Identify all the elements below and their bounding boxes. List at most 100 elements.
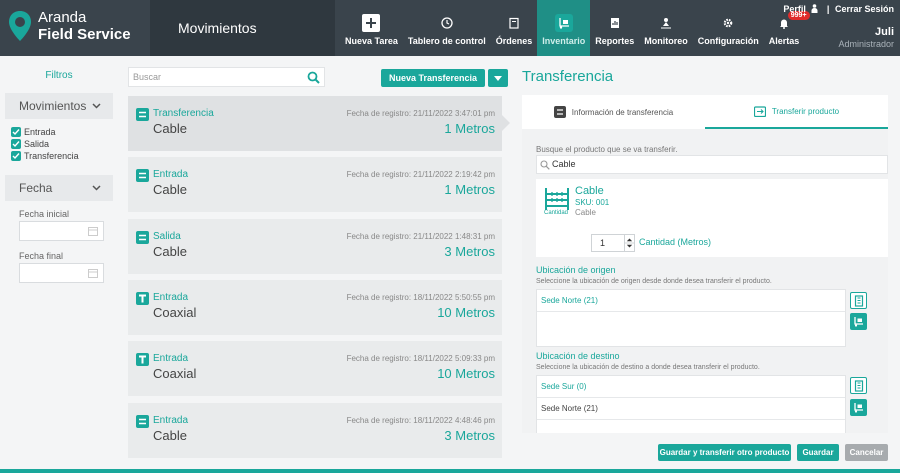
panel-title: Transferencia [522,68,614,85]
product-search-hint: Busque el producto que se va transferir. [536,145,678,154]
product-name: Cable [153,428,187,443]
calendar-icon[interactable] [88,268,98,278]
product-description: Cable [575,208,596,217]
end-date-input[interactable] [19,263,104,283]
movement-quantity: 10 Metros [437,366,495,381]
movement-type: Entrada [153,169,189,180]
search-icon[interactable] [307,71,320,84]
tab-label: Transferir producto [771,106,840,116]
movement-card[interactable]: Salida Cable Fecha de registro: 21/11/20… [128,219,502,274]
movement-card[interactable]: Entrada Coaxial Fecha de registro: 18/11… [128,280,502,335]
movement-type: Entrada [153,292,189,303]
movimientos-filter-toggle[interactable]: Movimientos [5,93,113,119]
save-button[interactable]: Guardar [797,444,839,461]
cancel-button[interactable]: Cancelar [845,444,888,461]
product-search-value: Cable [552,159,576,169]
new-options-dropdown[interactable] [488,69,508,87]
transfer-icon [136,108,149,121]
separator: | [826,4,830,14]
filter-group-label: Fecha [19,181,53,195]
location-pin-icon [9,11,31,41]
registration-date: Fecha de registro: 21/11/2022 1:48:31 pm [346,232,495,241]
product-search-input[interactable]: Cable [536,155,888,174]
section-title: Movimientos [150,0,335,56]
product-name: Cable [153,121,187,136]
product-name: Coaxial [153,305,197,320]
new-transfer-button[interactable]: Nueva Transferencia [381,69,485,87]
quantity-stepper[interactable]: 1 [591,234,635,252]
nav-configuracion[interactable]: Configuración [693,0,764,56]
plus-icon [362,14,381,32]
report-icon [606,14,624,32]
registration-date: Fecha de registro: 18/11/2022 4:48:46 pm [346,416,495,425]
movement-quantity: 1 Metros [444,121,495,136]
chevron-down-icon [92,103,101,109]
search-placeholder: Buscar [133,72,162,82]
movement-card[interactable]: Entrada Cable Fecha de registro: 21/11/2… [128,157,502,212]
checkbox-transferencia[interactable]: Transferencia [11,151,118,161]
destination-location-row[interactable]: Sede Norte (21) [537,398,845,420]
clock-icon [438,14,456,32]
tab-label: Información de transferencia [571,107,674,117]
start-date-input[interactable] [19,221,104,241]
movement-card[interactable]: Entrada Cable Fecha de registro: 18/11/2… [128,403,502,458]
checkbox-entrada[interactable]: Entrada [11,127,118,137]
nav-reportes[interactable]: Reportes [590,0,639,56]
fecha-filter-toggle[interactable]: Fecha [5,175,113,201]
nav-label: Configuración [697,36,759,46]
building-icon [854,379,863,392]
caret-down-icon [494,75,502,81]
movement-quantity: 3 Metros [444,244,495,259]
origin-title: Ubicación de origen [536,265,616,275]
nav-label: Monitoreo [644,36,688,46]
filters-title: Filtros [45,70,73,81]
nav-label: Tablero de control [407,36,486,46]
product-card[interactable]: Cantidad Cable SKU: 001 Cable 1 Cantidad… [536,179,888,257]
user-icon [811,4,818,13]
logo-line-2: Field Service [38,26,131,43]
logout-link[interactable]: Cerrar Sesión [835,4,894,14]
nav-tablero[interactable]: Tablero de control [403,0,491,56]
end-date-label: Fecha final [19,251,64,261]
cable-coil-icon [136,353,149,366]
movements-search-input[interactable]: Buscar [128,67,325,87]
nav-ordenes[interactable]: Órdenes [491,0,538,56]
tab-transfer-product[interactable]: Transferir producto [705,95,888,129]
profile-link[interactable]: Perfil [783,4,806,14]
tab-transfer-info[interactable]: Información de transferencia [522,95,705,129]
transfer-panel: Información de transferencia Transferir … [522,95,888,433]
check-icon [11,139,21,149]
destination-location-row[interactable]: Sede Sur (0) [537,376,845,398]
movement-card[interactable]: Transferencia Cable Fecha de registro: 2… [128,96,502,151]
checkbox-label: Transferencia [24,151,79,161]
origin-building-button[interactable] [850,292,867,309]
calendar-icon[interactable] [88,226,98,236]
transfer-box-icon [753,106,766,117]
checkbox-salida[interactable]: Salida [11,139,118,149]
destination-building-button[interactable] [850,377,867,394]
registration-date: Fecha de registro: 21/11/2022 2:19:42 pm [346,170,495,179]
building-icon [854,294,863,307]
stepper-arrows-icon[interactable] [624,235,634,251]
origin-location-row[interactable]: Sede Norte (21) [537,290,845,312]
movement-card[interactable]: Entrada Coaxial Fecha de registro: 18/11… [128,341,502,396]
product-name: Cable [153,182,187,197]
nav-nueva-tarea[interactable]: Nueva Tarea [340,0,403,56]
save-and-transfer-another-button[interactable]: Guardar y transferir otro producto [658,444,791,461]
dolly-icon [854,317,863,327]
app-logo[interactable]: Aranda Field Service [8,10,131,42]
main-nav: Nueva Tarea Tablero de control Órdenes I… [340,0,810,56]
entry-icon [136,415,149,428]
registration-date: Fecha de registro: 18/11/2022 5:09:33 pm [346,354,495,363]
destination-title: Ubicación de destino [536,351,620,361]
search-icon [540,160,550,170]
start-date-label: Fecha inicial [19,209,70,219]
nav-monitoreo[interactable]: Monitoreo [639,0,693,56]
user-area: Perfil | Cerrar Sesión Juli Administrado… [783,4,894,49]
movement-quantity: 10 Metros [437,305,495,320]
product-sku: SKU: 001 [575,198,610,207]
origin-dolly-button[interactable] [850,313,867,330]
user-role: Administrador [838,39,894,49]
destination-dolly-button[interactable] [850,399,867,416]
nav-inventario[interactable]: Inventario [537,0,591,56]
